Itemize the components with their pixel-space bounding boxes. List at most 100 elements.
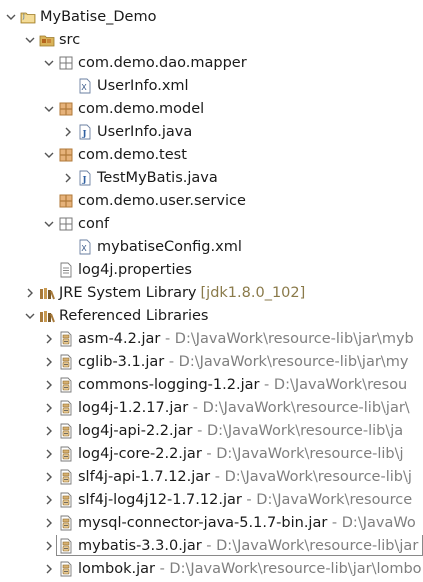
expand-down-arrow-icon[interactable] (42, 54, 56, 72)
node-decoration: - D:\JavaWork\resource-lib\jar\my (164, 354, 409, 370)
tree-node[interactable]: commons-logging-1.2.jar - D:\JavaWork\re… (0, 374, 423, 396)
tree-node-label: log4j-1.2.17.jar - D:\JavaWork\resource-… (78, 397, 410, 419)
collapse-right-arrow-icon[interactable] (42, 330, 56, 348)
tree-node[interactable]: asm-4.2.jar - D:\JavaWork\resource-lib\j… (0, 328, 423, 350)
collapse-right-arrow-icon[interactable] (42, 399, 56, 417)
package-empty-icon (58, 216, 74, 232)
jar-icon (58, 331, 74, 347)
node-name: com.demo.test (78, 147, 187, 163)
tree-node[interactable]: mybatis-3.3.0.jar - D:\JavaWork\resource… (0, 535, 423, 557)
collapse-right-arrow-icon[interactable] (42, 422, 56, 440)
tree-node[interactable]: Referenced Libraries (0, 305, 423, 327)
tree-node[interactable]: log4j-core-2.2.jar - D:\JavaWork\resourc… (0, 443, 423, 465)
tree-node[interactable]: mysql-connector-java-5.1.7-bin.jar - D:\… (0, 512, 423, 534)
jar-icon (58, 561, 74, 577)
expand-down-arrow-icon[interactable] (42, 146, 56, 164)
jar-icon (58, 469, 74, 485)
tree-node[interactable]: log4j-1.2.17.jar - D:\JavaWork\resource-… (0, 397, 423, 419)
collapse-right-arrow-icon[interactable] (42, 537, 56, 555)
tree-node[interactable]: X UserInfo.xml (0, 75, 423, 97)
node-name: cglib-3.1.jar (78, 354, 165, 370)
collapse-right-arrow-icon[interactable] (42, 491, 56, 509)
expand-down-arrow-icon[interactable] (23, 31, 37, 49)
jar-icon (58, 492, 74, 508)
node-name: commons-logging-1.2.jar (78, 377, 260, 393)
tree-node[interactable]: log4j.properties (0, 259, 423, 281)
collapse-right-arrow-icon[interactable] (61, 169, 75, 187)
node-decoration: [jdk1.8.0_102] (200, 285, 306, 301)
node-name: com.demo.user.service (78, 193, 246, 209)
tree-node-label: cglib-3.1.jar - D:\JavaWork\resource-lib… (78, 351, 408, 373)
collapse-right-arrow-icon[interactable] (42, 468, 56, 486)
tree-node[interactable]: J UserInfo.java (0, 121, 423, 143)
node-name: log4j-core-2.2.jar (78, 446, 202, 462)
tree-node[interactable]: com.demo.model (0, 98, 423, 120)
collapse-right-arrow-icon[interactable] (42, 560, 56, 578)
jar-icon (58, 538, 74, 554)
package-icon (58, 193, 74, 209)
tree-node[interactable]: com.demo.dao.mapper (0, 52, 423, 74)
node-name: JRE System Library (59, 285, 197, 301)
tree-node[interactable]: cglib-3.1.jar - D:\JavaWork\resource-lib… (0, 351, 423, 373)
tree-node[interactable]: com.demo.user.service (0, 190, 423, 212)
collapse-right-arrow-icon[interactable] (42, 376, 56, 394)
collapse-right-arrow-icon[interactable] (42, 353, 56, 371)
tree-node-label: asm-4.2.jar - D:\JavaWork\resource-lib\j… (78, 328, 414, 350)
tree-node[interactable]: XmybatiseConfig.xml (0, 236, 423, 258)
node-name: UserInfo.xml (97, 78, 189, 94)
tree-node[interactable]: com.demo.test (0, 144, 423, 166)
tree-node-label: log4j.properties (78, 259, 192, 281)
tree-node[interactable]: conf (0, 213, 423, 235)
node-name: slf4j-api-1.7.12.jar (78, 469, 211, 485)
tree-node-label: log4j-api-2.2.jar - D:\JavaWork\resource… (78, 420, 403, 442)
svg-text:J: J (22, 13, 25, 20)
tree-node-label: com.demo.dao.mapper (78, 52, 247, 74)
xml-file-icon: X (77, 78, 93, 94)
tree-node-label: mybatiseConfig.xml (97, 236, 242, 258)
source-folder-icon (39, 32, 55, 48)
tree-node-label: UserInfo.java (97, 121, 192, 143)
collapse-right-arrow-icon[interactable] (23, 284, 37, 302)
node-name: TestMyBatis.java (97, 170, 218, 186)
tree-node-label: lombok.jar - D:\JavaWork\resource-lib\ja… (78, 558, 422, 580)
expand-down-arrow-icon[interactable] (42, 215, 56, 233)
package-explorer-tree: J MyBatise_Demo src com.demo.dao.mapper X Use… (0, 0, 423, 582)
tree-node-label: com.demo.test (78, 144, 187, 166)
library-icon (39, 285, 55, 301)
tree-node-label: conf (78, 213, 109, 235)
node-decoration: - D:\JavaWork\resource-lib\ja (192, 423, 404, 439)
tree-node-label: Referenced Libraries (59, 305, 208, 327)
node-decoration: - D:\JavaWo (327, 515, 416, 531)
jar-icon (58, 377, 74, 393)
node-name: conf (78, 216, 110, 232)
tree-node[interactable]: log4j-api-2.2.jar - D:\JavaWork\resource… (0, 420, 423, 442)
tree-node[interactable]: JRE System Library [jdk1.8.0_102] (0, 282, 423, 304)
tree-node[interactable]: lombok.jar - D:\JavaWork\resource-lib\ja… (0, 558, 423, 580)
expand-down-arrow-icon[interactable] (23, 307, 37, 325)
tree-node-label: log4j-core-2.2.jar - D:\JavaWork\resourc… (78, 443, 404, 465)
tree-node[interactable]: J MyBatise_Demo (0, 6, 423, 28)
svg-text:X: X (81, 83, 87, 92)
tree-node-label: mysql-connector-java-5.1.7-bin.jar - D:\… (78, 512, 416, 534)
tree-node[interactable]: slf4j-log4j12-1.7.12.jar - D:\JavaWork\r… (0, 489, 423, 511)
jar-icon (58, 423, 74, 439)
node-name: mybatis-3.3.0.jar (78, 538, 202, 554)
svg-text:X: X (81, 244, 87, 253)
xml-file-icon: X (77, 239, 93, 255)
collapse-right-arrow-icon[interactable] (61, 123, 75, 141)
tree-node-label: slf4j-api-1.7.12.jar - D:\JavaWork\resou… (78, 466, 412, 488)
tree-node[interactable]: J TestMyBatis.java (0, 167, 423, 189)
tree-node-label: MyBatise_Demo (40, 6, 156, 28)
tree-node-label: mybatis-3.3.0.jar - D:\JavaWork\resource… (78, 535, 418, 557)
node-name: log4j.properties (78, 262, 192, 278)
tree-node-label: src (59, 29, 80, 51)
node-name: com.demo.dao.mapper (78, 55, 247, 71)
collapse-right-arrow-icon[interactable] (42, 514, 56, 532)
node-decoration: - D:\JavaWork\resource-lib\jar\myb (160, 331, 414, 347)
collapse-right-arrow-icon[interactable] (42, 445, 56, 463)
node-name: UserInfo.java (97, 124, 193, 140)
tree-node[interactable]: src (0, 29, 423, 51)
tree-node[interactable]: slf4j-api-1.7.12.jar - D:\JavaWork\resou… (0, 466, 423, 488)
expand-down-arrow-icon[interactable] (4, 8, 18, 26)
expand-down-arrow-icon[interactable] (42, 100, 56, 118)
